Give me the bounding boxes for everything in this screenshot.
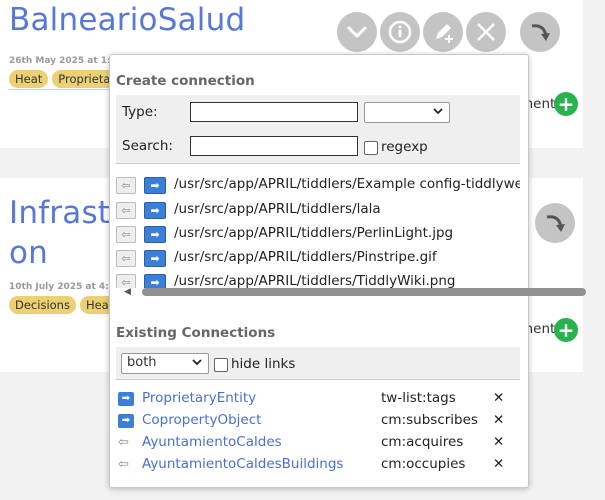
delete-connection-button[interactable]: ✕ [493, 434, 504, 450]
chevron-down-icon [432, 105, 444, 120]
add-incoming-button[interactable]: ⇦ [116, 177, 136, 194]
create-connection-heading: Create connection [116, 73, 255, 89]
left-arrow-icon: ⇦ [121, 228, 131, 241]
tiddler-toolbar [337, 12, 563, 52]
list-item-path: /usr/src/app/APRIL/tiddlers/Pinstripe.gi… [174, 249, 437, 265]
tag-list: Heat Proprietar [9, 68, 125, 88]
connection-relation: cm:occupies [381, 456, 466, 472]
connection-row: ⇦ AyuntamientoCaldes cm:acquires ✕ [116, 434, 520, 454]
list-item-path: /usr/src/app/APRIL/tiddlers/lala [174, 201, 381, 217]
plus-icon: + [557, 92, 575, 116]
incoming-arrow-icon: ⇦ [118, 435, 129, 450]
search-label: Search: [122, 138, 173, 154]
left-arrow-icon: ⇦ [121, 179, 131, 192]
scrollbar-thumb[interactable] [142, 288, 586, 296]
direction-select-value: both [127, 355, 157, 370]
incoming-arrow-icon: ⇦ [118, 457, 129, 472]
right-arrow-icon: ➡ [150, 228, 160, 241]
divider [116, 379, 520, 380]
pen-icon [436, 24, 453, 43]
add-outgoing-button[interactable]: ➡ [144, 202, 166, 219]
connection-toggle-button[interactable] [520, 12, 560, 52]
list-item: ⇦ ➡ /usr/src/app/APRIL/tiddlers/lala [116, 201, 520, 221]
add-incoming-button[interactable]: ⇦ [116, 226, 136, 243]
regexp-label: regexp [381, 139, 428, 155]
type-label: Type: [122, 104, 158, 120]
tiddler-subtitle: 10th July 2025 at 4:41 [9, 282, 122, 292]
search-results-list[interactable]: ⇦ ➡ /usr/src/app/APRIL/tiddlers/Example … [116, 172, 520, 288]
add-comment-button[interactable]: + [554, 92, 578, 116]
type-select[interactable] [364, 102, 450, 123]
connection-link[interactable]: CopropertyObject [142, 412, 261, 428]
connection-link[interactable]: ProprietaryEntity [142, 390, 256, 406]
add-outgoing-button[interactable]: ➡ [144, 177, 166, 194]
tiddler-title[interactable]: BalnearioSalud [9, 2, 245, 39]
connection-relation: cm:acquires [381, 434, 464, 450]
search-input[interactable] [190, 136, 358, 156]
add-comment-button[interactable]: + [554, 318, 578, 342]
direction-select[interactable]: both [121, 353, 209, 374]
left-arrow-icon: ⇦ [121, 252, 131, 265]
hide-links-label: hide links [231, 356, 296, 372]
curved-arrow-icon [546, 215, 565, 232]
plus-icon: + [557, 318, 575, 342]
connection-toggle-button[interactable] [535, 203, 575, 243]
info-icon [388, 20, 412, 44]
connection-row: ⇦ AyuntamientoCaldesBuildings cm:occupie… [116, 456, 520, 476]
more-actions-button[interactable] [337, 12, 377, 52]
outgoing-arrow-icon: ➡ [118, 392, 134, 406]
list-item-path: /usr/src/app/APRIL/tiddlers/Example conf… [174, 176, 520, 192]
outgoing-arrow-icon: ➡ [118, 414, 134, 428]
curved-arrow-icon [531, 24, 550, 41]
connection-row: ➡ CopropertyObject cm:subscribes ✕ [116, 412, 520, 432]
add-incoming-button[interactable]: ⇦ [116, 250, 136, 267]
chevron-down-icon [347, 26, 367, 38]
info-button[interactable] [380, 12, 420, 52]
connection-relation: tw-list:tags [381, 390, 456, 406]
connection-link[interactable]: AyuntamientoCaldesBuildings [142, 456, 343, 472]
tag-decisions[interactable]: Decisions [9, 296, 76, 314]
list-item: ⇦ ➡ /usr/src/app/APRIL/tiddlers/Pinstrip… [116, 249, 520, 269]
connection-relation: cm:subscribes [381, 412, 478, 428]
existing-connections-heading: Existing Connections [116, 325, 276, 341]
right-arrow-icon: ➡ [150, 252, 160, 265]
add-outgoing-button[interactable]: ➡ [144, 250, 166, 267]
hide-links-checkbox[interactable] [214, 358, 228, 372]
add-outgoing-button[interactable]: ➡ [144, 226, 166, 243]
delete-connection-button[interactable]: ✕ [493, 390, 504, 406]
type-input[interactable] [190, 102, 358, 122]
list-item: ⇦ ➡ /usr/src/app/APRIL/tiddlers/Example … [116, 176, 520, 196]
scroll-left-icon[interactable]: ◀ [124, 287, 131, 297]
delete-connection-button[interactable]: ✕ [493, 412, 504, 428]
regexp-checkbox[interactable] [364, 141, 378, 155]
right-arrow-icon: ➡ [150, 204, 160, 217]
chevron-down-icon [191, 356, 203, 371]
delete-connection-button[interactable]: ✕ [493, 456, 504, 472]
connections-popup: Create connection Type: Search: regexp ⇦… [109, 54, 586, 488]
connection-link[interactable]: AyuntamientoCaldes [142, 434, 282, 450]
connection-row: ➡ ProprietaryEntity tw-list:tags ✕ [116, 390, 520, 410]
close-icon [477, 23, 495, 41]
list-item-path: /usr/src/app/APRIL/tiddlers/PerlinLight.… [174, 225, 454, 241]
divider [116, 163, 520, 164]
add-incoming-button[interactable]: ⇦ [116, 202, 136, 219]
list-item: ⇦ ➡ /usr/src/app/APRIL/tiddlers/PerlinLi… [116, 225, 520, 245]
tiddler-subtitle: 26th May 2025 at 1:4 [9, 56, 117, 66]
horizontal-scrollbar[interactable]: ◀ [116, 286, 586, 298]
right-arrow-icon: ➡ [150, 179, 160, 192]
close-button[interactable] [466, 12, 506, 52]
tag-list: Decisions Heat [9, 294, 123, 314]
edit-button[interactable] [423, 12, 463, 52]
left-arrow-icon: ⇦ [121, 204, 131, 217]
tag-heat[interactable]: Heat [9, 70, 49, 88]
